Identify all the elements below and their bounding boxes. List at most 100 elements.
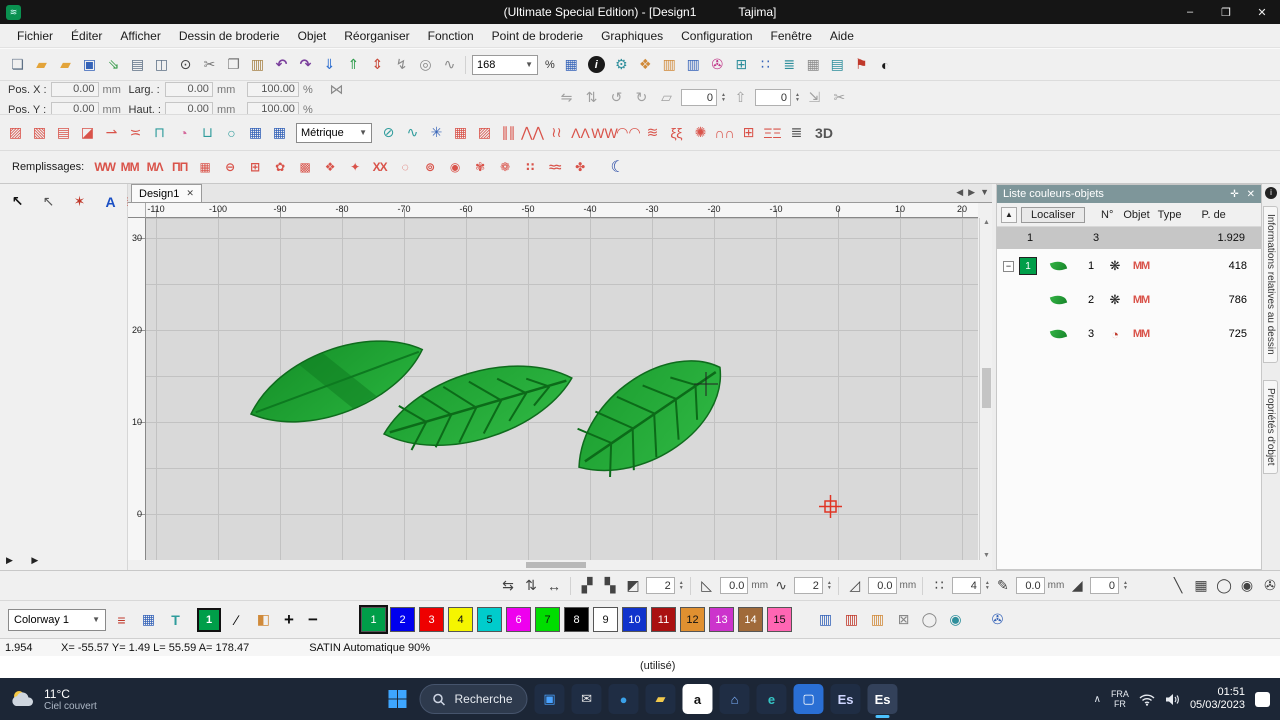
vertical-scrollbar[interactable]: ▲ ▼ bbox=[979, 218, 992, 560]
pinned-app-icon[interactable]: ▣ bbox=[534, 684, 565, 714]
stitch-length-field[interactable]: 4 bbox=[952, 577, 981, 594]
align-vertical-icon[interactable]: ⇅ bbox=[521, 574, 541, 597]
palette-chip[interactable]: 1 bbox=[359, 605, 388, 634]
zoom-level-input[interactable]: 168 ▼ bbox=[472, 54, 538, 75]
grid-settings-icon[interactable]: ▦ bbox=[560, 53, 583, 76]
ellipse-tool-icon[interactable]: ○ bbox=[220, 121, 243, 144]
menu-item[interactable]: Éditer bbox=[62, 24, 111, 47]
horizontal-ruler[interactable]: -110 -100 -90 -80 -70 -60 -50 -40 -30 -20 -10 0 10 20 bbox=[146, 203, 978, 218]
fill-target-icon[interactable]: ◉ bbox=[443, 156, 466, 179]
fill-zigzag-icon[interactable]: WW bbox=[93, 156, 116, 179]
palette-grid-icon[interactable]: ▦ bbox=[137, 608, 160, 631]
wave-fill-icon[interactable]: ≀≀ bbox=[545, 121, 568, 144]
edit-points-tool[interactable]: ↖ bbox=[33, 187, 64, 216]
density-icon[interactable]: ≣ bbox=[778, 53, 801, 76]
lines-icon[interactable]: ≣ bbox=[785, 121, 808, 144]
meander-icon[interactable]: ξξ bbox=[665, 121, 688, 144]
arc-fill-icon[interactable]: ◠◠ bbox=[616, 121, 640, 144]
distribute-icon[interactable]: ↔ bbox=[544, 574, 564, 597]
pattern-c-icon[interactable]: ◩ bbox=[623, 574, 643, 597]
rotate-right-icon[interactable]: ↻ bbox=[630, 86, 653, 109]
table-alt-icon[interactable]: ▦ bbox=[268, 121, 291, 144]
pin-icon[interactable]: ✛ bbox=[1230, 189, 1238, 200]
menu-item[interactable]: Aide bbox=[821, 24, 863, 47]
menu-item[interactable]: Point de broderie bbox=[483, 24, 592, 47]
hook-icon[interactable]: ↯ bbox=[390, 53, 413, 76]
mirror-v-icon[interactable]: ⇅ bbox=[580, 86, 603, 109]
nudge-field[interactable]: 0 bbox=[754, 89, 791, 106]
language-switcher[interactable]: FRA FR bbox=[1111, 689, 1129, 709]
outline-circle-icon[interactable]: ◯ bbox=[1214, 574, 1234, 597]
pattern-fill-icon[interactable]: ▨ bbox=[473, 121, 496, 144]
rotate-angle-field[interactable]: 0 bbox=[681, 89, 717, 106]
stamp-icon[interactable]: ⚑ bbox=[850, 53, 873, 76]
volume-icon[interactable] bbox=[1165, 693, 1180, 706]
tab-design-information[interactable]: Informations relatives au dessin bbox=[1263, 206, 1278, 363]
print-preview-icon[interactable]: ◫ bbox=[150, 53, 173, 76]
units-select[interactable]: Métrique ▼ bbox=[296, 122, 372, 143]
stitch-points-icon[interactable]: ∷ bbox=[754, 53, 777, 76]
thread-brand-icon[interactable]: ▥ bbox=[814, 608, 837, 631]
fill-box-icon[interactable]: ⊞ bbox=[243, 156, 266, 179]
maximize-button[interactable]: ❐ bbox=[1208, 0, 1244, 24]
palette-chip[interactable]: 2 bbox=[390, 607, 415, 632]
copy-icon[interactable]: ❐ bbox=[222, 53, 245, 76]
lettering-tool[interactable]: A bbox=[95, 187, 126, 216]
grid-fill-icon[interactable]: ⊞ bbox=[737, 121, 760, 144]
save-icon[interactable]: ▣ bbox=[78, 53, 101, 76]
zigzag-icon[interactable]: WW bbox=[591, 121, 617, 144]
color-wheel-icon[interactable]: ◉ bbox=[944, 608, 967, 631]
remove-color-button[interactable]: − bbox=[303, 609, 323, 631]
send-to-machine-icon[interactable]: ⇘ bbox=[102, 53, 125, 76]
fill-waves-icon[interactable]: ≈≈ bbox=[543, 156, 566, 179]
design-properties-icon[interactable]: ❖ bbox=[634, 53, 657, 76]
pattern-b-icon[interactable]: ▚ bbox=[600, 574, 620, 597]
fill-weave-icon[interactable]: ▩ bbox=[293, 156, 316, 179]
cross-stitch-icon[interactable]: ▦ bbox=[449, 121, 472, 144]
chevron-fill-icon[interactable]: ΛΛ bbox=[569, 121, 592, 144]
palette-chip[interactable]: 10 bbox=[622, 607, 647, 632]
grid-snap-icon[interactable]: ▦ bbox=[1191, 574, 1211, 597]
count-field[interactable]: 0 bbox=[1090, 577, 1120, 594]
thread-brand-icon[interactable]: ▥ bbox=[840, 608, 863, 631]
spinner-icon[interactable]: ▲ ▼ bbox=[679, 580, 684, 591]
menu-item[interactable]: Dessin de broderie bbox=[170, 24, 289, 47]
tab-design1[interactable]: Design1 ✕ bbox=[131, 184, 202, 202]
current-color-chip[interactable]: 1 bbox=[197, 607, 221, 632]
steil-stitch-icon[interactable]: ▧ bbox=[28, 121, 51, 144]
print-icon[interactable]: ▤ bbox=[126, 53, 149, 76]
tab-scroll-right-icon[interactable]: ▶ bbox=[968, 187, 975, 198]
garment-icon[interactable]: T bbox=[164, 608, 187, 631]
wifi-icon[interactable] bbox=[1139, 693, 1155, 706]
skew-icon[interactable]: ▱ bbox=[655, 86, 678, 109]
palette-chip[interactable]: 4 bbox=[448, 607, 473, 632]
fill-diamond-icon[interactable]: ❖ bbox=[318, 156, 341, 179]
amazon-app-icon[interactable]: a bbox=[682, 684, 713, 714]
export-design-icon[interactable]: ⇑ bbox=[342, 53, 365, 76]
home-app-icon[interactable]: ⌂ bbox=[719, 684, 750, 714]
zigzag-width-field[interactable]: 2 bbox=[794, 577, 823, 594]
palette-chip[interactable]: 14 bbox=[738, 607, 763, 632]
menu-item[interactable]: Objet bbox=[289, 24, 336, 47]
embroidery-app-active-icon[interactable]: Es bbox=[867, 684, 898, 718]
circle-pen-icon[interactable]: ⊘ bbox=[377, 121, 400, 144]
thread-chart-icon[interactable]: ▥ bbox=[682, 53, 705, 76]
colorway-group-row[interactable]: 1 3 1.929 bbox=[997, 227, 1261, 249]
scroll-down-icon[interactable]: ▼ bbox=[980, 552, 993, 559]
new-file-icon[interactable]: ❏ bbox=[6, 53, 29, 76]
pull-comp-icon[interactable]: ◿ bbox=[845, 574, 865, 597]
embroidery-app-icon[interactable]: Es bbox=[830, 684, 861, 714]
horizontal-scrollbar[interactable] bbox=[146, 560, 978, 570]
spinner-icon[interactable]: ▲ ▼ bbox=[795, 92, 800, 103]
vertical-ruler[interactable]: 30 20 10 0 bbox=[128, 218, 146, 560]
radial-fill-icon[interactable]: ✺ bbox=[689, 121, 712, 144]
fill-x-icon[interactable]: XX bbox=[368, 156, 391, 179]
object-row[interactable]: − 1 1 ❋ ΜΜ 418 bbox=[997, 249, 1261, 283]
localiser-button[interactable]: Localiser bbox=[1021, 206, 1086, 223]
width-field[interactable]: 0.00 bbox=[164, 82, 213, 97]
fill-petals-icon[interactable]: ❁ bbox=[493, 156, 516, 179]
scroll-up-icon[interactable]: ▲ bbox=[980, 219, 993, 226]
fill-swirl-icon[interactable]: ⊚ bbox=[418, 156, 441, 179]
add-color-button[interactable]: + bbox=[279, 609, 299, 631]
cut-icon[interactable]: ✂ bbox=[198, 53, 221, 76]
